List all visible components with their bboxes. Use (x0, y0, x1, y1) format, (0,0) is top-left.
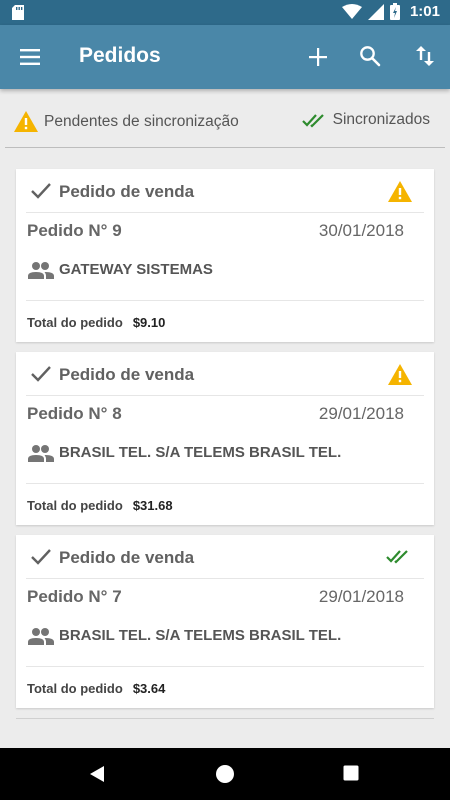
menu-icon[interactable] (18, 45, 42, 69)
search-icon[interactable] (358, 44, 382, 68)
order-date: 29/01/2018 (318, 587, 404, 606)
sd-card-icon (12, 5, 24, 20)
sort-icon[interactable] (413, 43, 437, 69)
check-icon (31, 183, 51, 199)
order-total-value: $3.64 (132, 681, 166, 696)
order-card[interactable]: Pedido de venda Pedido N° 8 29/01/2018 B… (16, 352, 434, 525)
order-date: 29/01/2018 (318, 404, 404, 423)
double-check-icon (386, 550, 408, 564)
order-total-value: $9.10 (132, 315, 166, 330)
sync-legend: Pendentes de sincronização Sincronizados (0, 89, 450, 149)
divider (26, 300, 424, 301)
divider (5, 147, 445, 148)
order-date: 30/01/2018 (318, 221, 404, 240)
people-icon (28, 628, 54, 645)
clock: 1:01 (409, 3, 440, 20)
order-type: Pedido de venda (59, 182, 195, 201)
legend-pending: Pendentes de sincronização (14, 111, 239, 132)
order-total: Total do pedido $9.10 (27, 315, 165, 330)
add-icon[interactable] (306, 45, 330, 69)
warning-icon (388, 181, 412, 202)
warning-icon (388, 364, 412, 385)
home-icon[interactable] (215, 764, 235, 784)
divider (26, 666, 424, 667)
order-number: Pedido N° 9 (27, 221, 122, 240)
order-total: Total do pedido $31.68 (27, 498, 173, 513)
divider (16, 718, 434, 719)
system-nav-bar (0, 748, 450, 800)
order-total-value: $31.68 (132, 498, 173, 513)
check-icon (31, 366, 51, 382)
check-icon (31, 549, 51, 565)
divider (26, 483, 424, 484)
status-bar: 1:01 (0, 0, 450, 25)
wifi-icon (341, 3, 362, 19)
order-number: Pedido N° 8 (27, 404, 122, 423)
signal-icon (367, 3, 384, 20)
warning-icon (14, 111, 38, 132)
legend-synced-label: Sincronizados (332, 111, 430, 128)
app-bar: Pedidos (0, 25, 450, 89)
people-icon (28, 262, 54, 279)
page-title: Pedidos (79, 44, 161, 67)
divider (26, 395, 424, 396)
order-card[interactable]: Pedido de venda Pedido N° 9 30/01/2018 G… (16, 169, 434, 342)
back-icon[interactable] (88, 764, 106, 784)
legend-synced: Sincronizados (301, 111, 430, 129)
client-name: GATEWAY SISTEMAS (59, 261, 213, 278)
client-name: BRASIL TEL. S/A TELEMS BRASIL TEL. (59, 627, 342, 644)
double-check-icon (301, 114, 324, 128)
client-name: BRASIL TEL. S/A TELEMS BRASIL TEL. (59, 444, 342, 461)
order-type: Pedido de venda (59, 548, 195, 567)
divider (26, 212, 424, 213)
order-total-label: Total do pedido (27, 681, 123, 696)
order-card[interactable]: Pedido de venda Pedido N° 7 29/01/2018 B… (16, 535, 434, 708)
order-number: Pedido N° 7 (27, 587, 122, 606)
order-total: Total do pedido $3.64 (27, 681, 165, 696)
order-type: Pedido de venda (59, 365, 195, 384)
people-icon (28, 445, 54, 462)
battery-icon (389, 3, 400, 20)
recents-icon[interactable] (343, 765, 359, 781)
order-total-label: Total do pedido (27, 498, 123, 513)
legend-pending-label: Pendentes de sincronização (44, 112, 239, 130)
divider (26, 578, 424, 579)
order-total-label: Total do pedido (27, 315, 123, 330)
